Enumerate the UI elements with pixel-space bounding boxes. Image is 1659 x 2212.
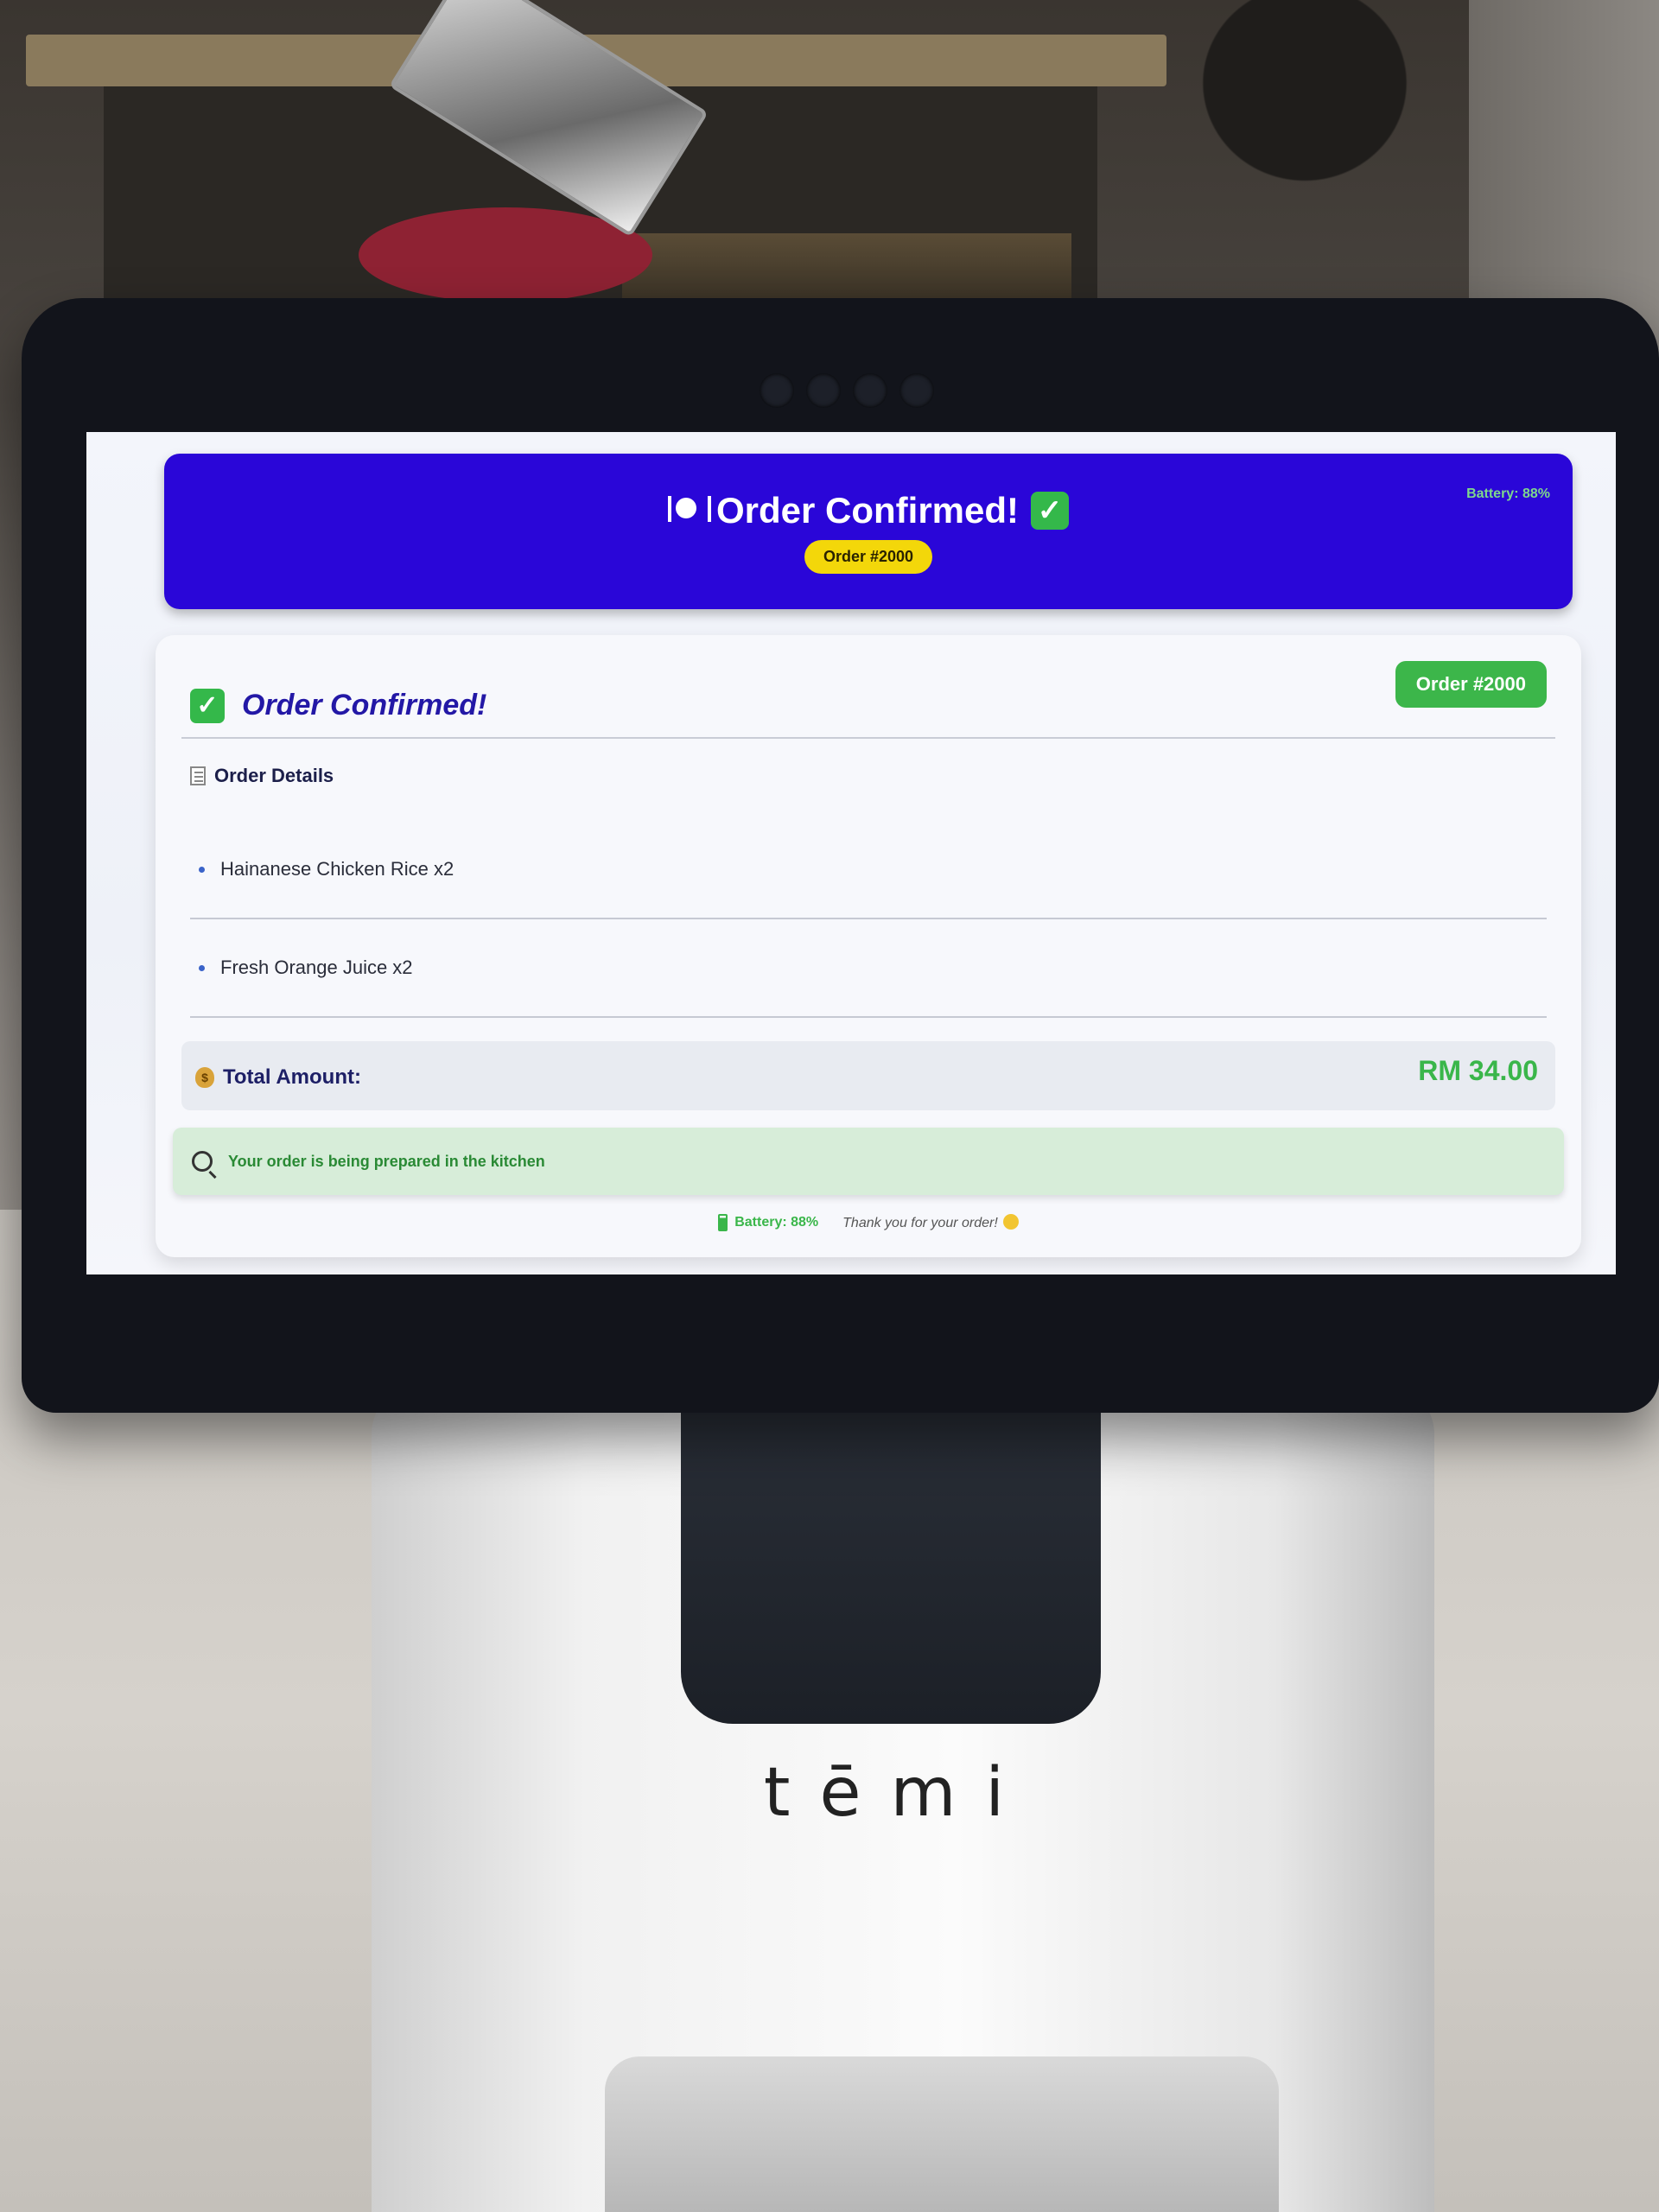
check-mark-icon: ✓ bbox=[1031, 491, 1070, 530]
list-item: Fresh Orange Juice x2 bbox=[190, 919, 1547, 1018]
header-banner: Order Confirmed! ✓ Order #2000 Battery: … bbox=[164, 454, 1573, 609]
background-shelf bbox=[622, 233, 1071, 302]
tablet-screen: Order Confirmed! ✓ Order #2000 Battery: … bbox=[86, 432, 1616, 1274]
battery-icon bbox=[718, 1214, 728, 1231]
check-mark-icon: ✓ bbox=[190, 689, 225, 723]
order-details-heading: Order Details bbox=[190, 765, 334, 787]
camera-lens bbox=[806, 373, 841, 408]
card-footer: Battery: 88% Thank you for your order! bbox=[156, 1214, 1581, 1231]
total-amount-row: $ Total Amount: RM 34.00 bbox=[181, 1041, 1555, 1110]
list-item: Hainanese Chicken Rice x2 bbox=[190, 821, 1547, 919]
plate-cutlery-icon bbox=[667, 495, 711, 525]
magnifier-icon bbox=[192, 1151, 213, 1172]
card-header: ✓ Order Confirmed! Order #2000 bbox=[181, 661, 1555, 739]
item-text: Fresh Orange Juice x2 bbox=[220, 957, 413, 978]
order-details-label: Order Details bbox=[214, 765, 334, 786]
order-status-banner: Your order is being prepared in the kitc… bbox=[173, 1128, 1564, 1195]
thank-you-text: Thank you for your order! bbox=[842, 1216, 998, 1230]
footer-battery-text: Battery: 88% bbox=[734, 1215, 819, 1230]
order-items-list: Hainanese Chicken Rice x2 Fresh Orange J… bbox=[190, 821, 1547, 1018]
order-confirmation-card: ✓ Order Confirmed! Order #2000 Order Det… bbox=[156, 635, 1581, 1257]
robot-neck-slot bbox=[681, 1391, 1101, 1724]
card-title: Order Confirmed! bbox=[242, 689, 487, 721]
camera-array bbox=[726, 373, 968, 408]
camera-lens bbox=[853, 373, 887, 408]
thank-you-message: Thank you for your order! bbox=[842, 1214, 1019, 1231]
smile-icon bbox=[1002, 1214, 1019, 1230]
total-value: RM 34.00 bbox=[1418, 1055, 1538, 1086]
money-bag-icon: $ bbox=[195, 1067, 214, 1088]
header-battery-status: Battery: 88% bbox=[1466, 486, 1550, 501]
header-title: Order Confirmed! bbox=[715, 489, 1020, 531]
total-label-group: $ Total Amount: bbox=[195, 1065, 361, 1090]
background-office-chair bbox=[1175, 0, 1434, 207]
camera-lens bbox=[760, 373, 794, 408]
item-text: Hainanese Chicken Rice x2 bbox=[220, 858, 454, 880]
receipt-icon bbox=[190, 766, 206, 785]
order-number-pill: Order #2000 bbox=[804, 539, 933, 574]
robot-brand-logo: tēmi bbox=[763, 1754, 1034, 1832]
total-label: Total Amount: bbox=[223, 1065, 361, 1089]
camera-lens bbox=[899, 373, 934, 408]
bullet-icon bbox=[199, 866, 205, 873]
order-number-badge: Order #2000 bbox=[1395, 661, 1547, 708]
footer-battery-status: Battery: 88% bbox=[718, 1214, 818, 1231]
header-title-row: Order Confirmed! ✓ bbox=[667, 489, 1070, 531]
status-text: Your order is being prepared in the kitc… bbox=[228, 1152, 545, 1170]
bullet-icon bbox=[199, 964, 205, 971]
robot-base bbox=[605, 2056, 1279, 2212]
